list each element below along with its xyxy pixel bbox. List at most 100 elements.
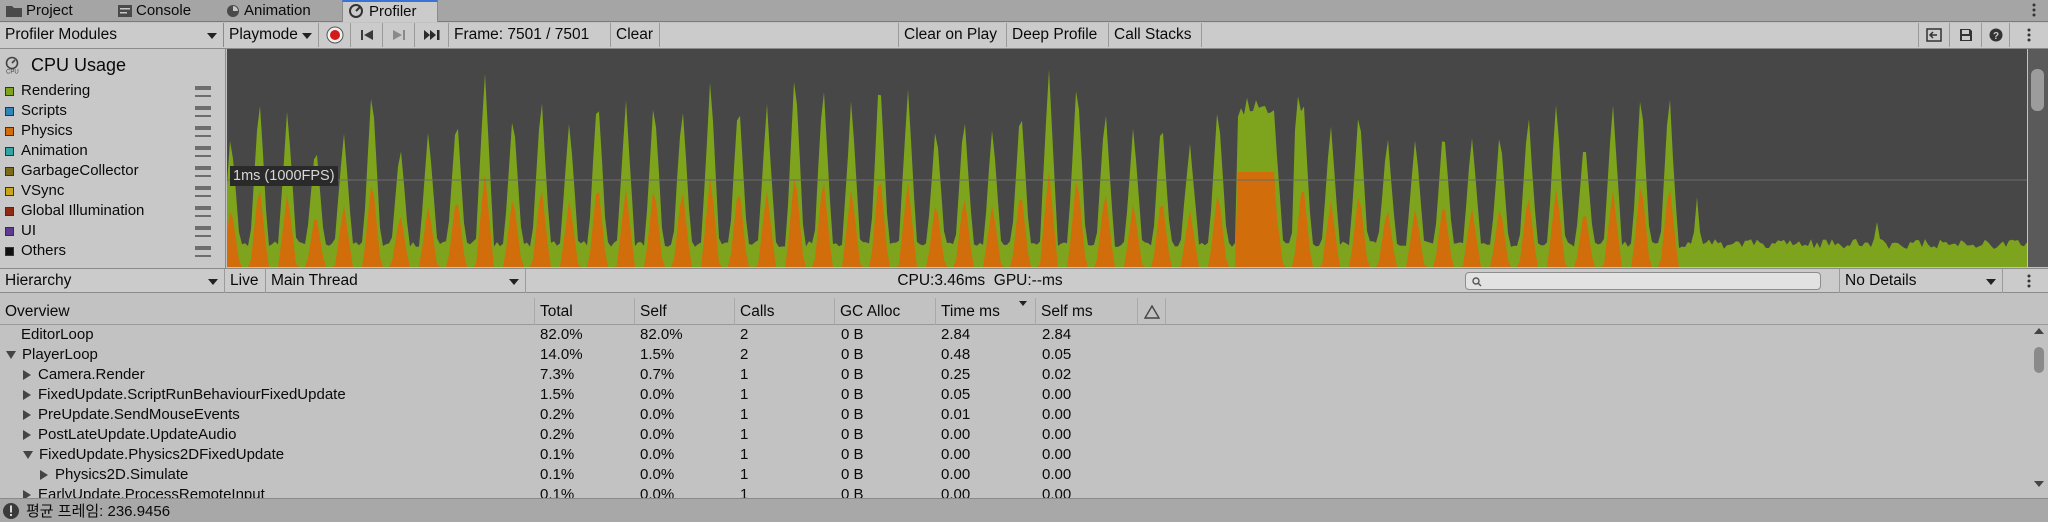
table-row[interactable]: EarlyUpdate.ProcessRemoteInput 0.1% 0.0% 1 0… — [0, 485, 2030, 498]
column-warnings[interactable] — [1138, 298, 1166, 325]
svg-text:CPU: CPU — [6, 70, 19, 75]
clear-button[interactable]: Clear — [611, 23, 660, 47]
window-menu-icon[interactable] — [2032, 3, 2040, 19]
hierarchy-table[interactable]: EditorLoop 82.0% 82.0% 2 0 B 2.84 2.84 PlayerLo… — [0, 325, 2030, 498]
row-name: PostLateUpdate.UpdateAudio — [38, 426, 237, 443]
tab-animation[interactable]: Animation — [220, 0, 342, 22]
row-name: FixedUpdate.ScriptRunBehaviourFixedUpdat… — [38, 386, 346, 403]
record-button[interactable] — [319, 23, 351, 47]
drag-handle-icon[interactable] — [195, 185, 211, 197]
rendering-area — [227, 69, 2027, 268]
help-button[interactable]: ? — [1982, 23, 2010, 47]
legend-physics[interactable]: Physics — [5, 121, 221, 141]
legend-rendering[interactable]: Rendering — [5, 81, 221, 101]
legend-others[interactable]: Others — [5, 241, 221, 261]
row-time-cell: 0.25 — [941, 366, 971, 383]
drag-handle-icon[interactable] — [195, 225, 211, 237]
expanded-arrow-icon[interactable] — [6, 351, 16, 360]
global-illumination-swatch — [5, 206, 14, 216]
save-icon — [1959, 29, 1972, 41]
details-menu-button[interactable] — [2010, 269, 2048, 293]
graph-scrollbar[interactable] — [2028, 49, 2048, 267]
deep-profile-toggle[interactable]: Deep Profile — [1007, 23, 1109, 47]
graph-scrollbar-thumb[interactable] — [2031, 69, 2044, 111]
playmode-dropdown[interactable]: Playmode — [224, 23, 319, 47]
first-frame-button[interactable] — [351, 23, 383, 47]
collapsed-arrow-icon[interactable] — [40, 470, 48, 481]
cpu-usage-graph[interactable]: 1ms (1000FPS) — [227, 49, 2027, 268]
expanded-arrow-icon[interactable] — [23, 451, 33, 460]
row-name: Camera.Render — [38, 366, 145, 383]
cpu-usage-module[interactable]: CPU CPU Usage Rendering Scripts Physics … — [0, 49, 226, 269]
row-name-cell: Camera.Render — [23, 365, 145, 385]
call-stacks-toggle[interactable]: Call Stacks — [1109, 23, 1202, 47]
next-frame-button[interactable] — [383, 23, 415, 47]
column-self[interactable]: Self — [635, 298, 735, 325]
profiler-toolbar: Profiler Modules Playmode Frame: 7501 / … — [0, 23, 2048, 49]
drag-handle-icon[interactable] — [195, 85, 211, 97]
table-scrollbar-thumb[interactable] — [2034, 347, 2044, 373]
drag-handle-icon[interactable] — [195, 245, 211, 257]
cpu-usage-chart — [227, 69, 2027, 268]
row-total-cell: 0.1% — [540, 446, 575, 463]
profiler-icon — [349, 4, 363, 18]
table-row[interactable]: PreUpdate.SendMouseEvents 0.2% 0.0% 1 0 B 0.0… — [0, 405, 2030, 425]
details-dropdown[interactable]: No Details — [1839, 269, 2003, 293]
drag-handle-icon[interactable] — [195, 145, 211, 157]
drag-handle-icon[interactable] — [195, 105, 211, 117]
row-name-cell: PlayerLoop — [6, 345, 98, 365]
animation-swatch — [5, 146, 14, 156]
table-row[interactable]: FixedUpdate.Physics2DFixedUpdate 0.1% 0.0%… — [0, 445, 2030, 465]
table-row[interactable]: Camera.Render 7.3% 0.7% 1 0 B 0.25 0.02 — [0, 365, 2030, 385]
column-overview[interactable]: Overview — [0, 298, 535, 325]
legend-global-illumination[interactable]: Global Illumination — [5, 201, 221, 221]
frame-stats: CPU:3.46ms GPU:--ms — [897, 272, 1063, 289]
collapsed-arrow-icon[interactable] — [23, 410, 31, 421]
folder-icon — [6, 6, 22, 17]
drag-handle-icon[interactable] — [195, 205, 211, 217]
tab-profiler[interactable]: Profiler — [342, 0, 438, 22]
legend-garbagecollector[interactable]: GarbageCollector — [5, 161, 221, 181]
cpu-icon: CPU — [5, 56, 19, 75]
search-icon — [1472, 277, 1482, 287]
clear-on-play-toggle[interactable]: Clear on Play — [898, 23, 1007, 47]
last-frame-button[interactable] — [415, 23, 449, 47]
thread-dropdown[interactable]: Main Thread — [266, 269, 526, 293]
legend-vsync[interactable]: VSync — [5, 181, 221, 201]
table-row[interactable]: PostLateUpdate.UpdateAudio 0.2% 0.0% 1 0 B 0.… — [0, 425, 2030, 445]
collapsed-arrow-icon[interactable] — [23, 370, 31, 381]
tab-project[interactable]: Project — [0, 0, 112, 22]
collapsed-arrow-icon[interactable] — [23, 390, 31, 401]
garbagecollector-swatch — [5, 166, 14, 176]
drag-handle-icon[interactable] — [195, 165, 211, 177]
more-icon — [2027, 28, 2031, 42]
load-button[interactable] — [1918, 23, 1950, 47]
live-toggle[interactable]: Live — [225, 269, 266, 293]
collapsed-arrow-icon[interactable] — [23, 430, 31, 441]
column-gc-alloc[interactable]: GC Alloc — [835, 298, 936, 325]
scroll-up-icon[interactable] — [2034, 328, 2044, 334]
search-input[interactable] — [1465, 272, 1821, 290]
table-row[interactable]: FixedUpdate.ScriptRunBehaviourFixedUpdat… — [0, 385, 2030, 405]
column-self-ms[interactable]: Self ms — [1036, 298, 1138, 325]
row-self-cell: 0.0% — [640, 466, 675, 483]
legend-ui[interactable]: UI — [5, 221, 221, 241]
table-row[interactable]: PlayerLoop 14.0% 1.5% 2 0 B 0.48 0.05 — [0, 345, 2030, 365]
table-row[interactable]: Physics2D.Simulate 0.1% 0.0% 1 0 B 0.00 0.00 — [0, 465, 2030, 485]
scroll-down-icon[interactable] — [2034, 481, 2044, 487]
animation-icon — [227, 5, 239, 17]
profiler-menu-button[interactable] — [2010, 23, 2048, 47]
profiler-modules-dropdown[interactable]: Profiler Modules — [0, 23, 224, 47]
column-total[interactable]: Total — [535, 298, 635, 325]
tab-console[interactable]: Console — [112, 0, 220, 22]
collapsed-arrow-icon[interactable] — [23, 490, 31, 498]
legend-scripts[interactable]: Scripts — [5, 101, 221, 121]
legend-animation[interactable]: Animation — [5, 141, 221, 161]
column-calls[interactable]: Calls — [735, 298, 835, 325]
table-row[interactable]: EditorLoop 82.0% 82.0% 2 0 B 2.84 2.84 — [0, 325, 2030, 345]
row-gc-cell: 0 B — [841, 326, 864, 343]
table-scrollbar[interactable] — [2030, 325, 2048, 498]
view-mode-dropdown[interactable]: Hierarchy — [0, 269, 225, 293]
drag-handle-icon[interactable] — [195, 125, 211, 137]
save-button[interactable] — [1950, 23, 1982, 47]
